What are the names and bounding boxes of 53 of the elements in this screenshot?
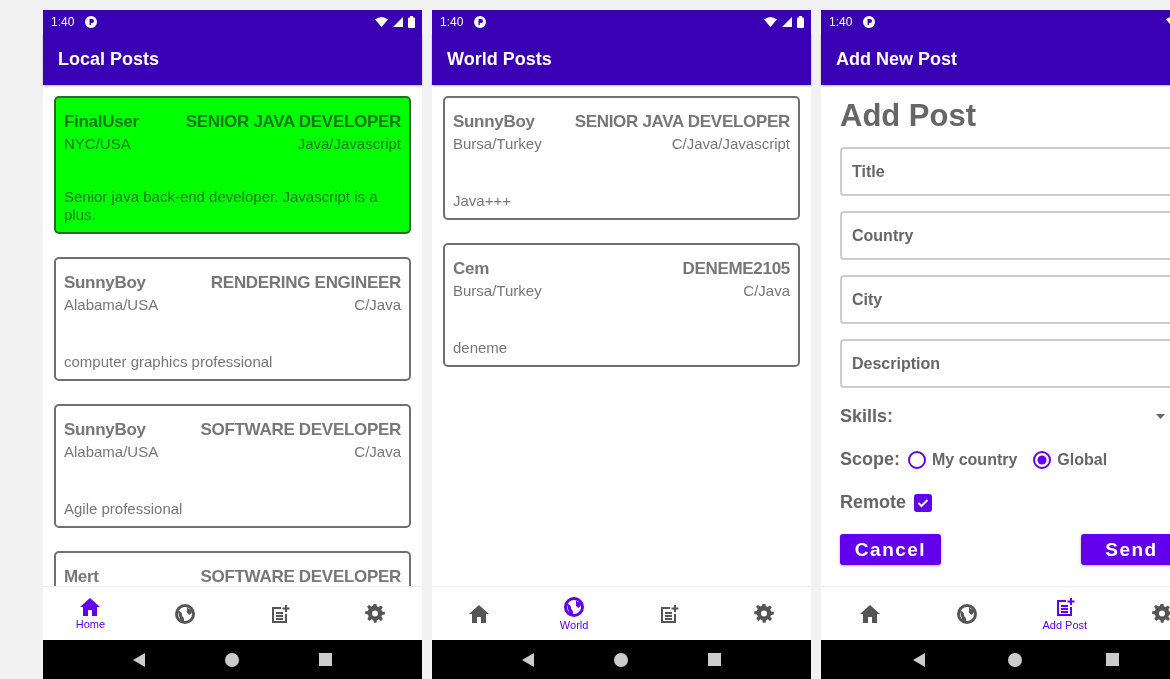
post-description: Agile professional xyxy=(64,499,184,518)
screen-title: Local Posts xyxy=(58,49,160,70)
screen-title: World Posts xyxy=(447,49,552,70)
nav-tab[interactable]: World xyxy=(544,596,605,631)
post-job-title: SENIOR JAVA DEVELOPER xyxy=(185,112,401,132)
post-card[interactable]: SunnyBoy RENDERING ENGINEER Alabama/USA C/Java computer graphics professional xyxy=(54,257,411,381)
post-location: Alabama/USA xyxy=(64,443,159,460)
nav-tab[interactable]: Home xyxy=(60,597,121,630)
post-user: Cem xyxy=(453,259,489,279)
form-heading: Add Post xyxy=(840,98,978,134)
post-card[interactable]: FinalUser SENIOR JAVA DEVELOPER NYC/USA Java/Javascript Senior java back-end developer. Javascript is a plus. xyxy=(54,96,411,234)
post-location: NYC/USA xyxy=(64,135,131,152)
post-job-title: SENIOR JAVA DEVELOPER xyxy=(574,112,790,132)
input-field[interactable]: Description xyxy=(840,339,1170,388)
post-user: SunnyBoy xyxy=(453,112,535,132)
post-user: SunnyBoy xyxy=(64,273,146,293)
post-job-title: DENEME2105 xyxy=(682,259,790,279)
post-location: Alabama/USA xyxy=(64,296,159,313)
post-card[interactable]: SunnyBoy SENIOR JAVA DEVELOPER Bursa/Turkey C/Java/Javascript Java+++ xyxy=(443,96,800,220)
status-time: 1:40 xyxy=(829,15,853,29)
input-field[interactable]: City xyxy=(840,275,1170,324)
post-description: deneme xyxy=(453,338,509,357)
post-user: SunnyBoy xyxy=(64,420,146,440)
post-description: Senior java back-end developer. Javascript is a plus. xyxy=(64,187,379,224)
post-description: Java+++ xyxy=(453,191,512,210)
status-time: 1:40 xyxy=(440,15,464,29)
input-field[interactable]: Country xyxy=(840,211,1170,260)
post-skills: C/Java/Javascript xyxy=(671,135,790,152)
post-description: computer graphics professional xyxy=(64,352,274,371)
post-user: Mert xyxy=(64,567,99,586)
post-skills: Java/Javascript xyxy=(297,135,401,152)
post-card[interactable]: SunnyBoy SOFTWARE DEVELOPER Alabama/USA C/Java Agile professional xyxy=(54,404,411,528)
skills-dropdown[interactable]: Skills: xyxy=(840,395,1167,438)
send-button[interactable]: Send xyxy=(1081,534,1170,565)
post-skills: C/Java xyxy=(743,282,790,299)
post-location: Bursa/Turkey xyxy=(453,282,542,299)
radio-option[interactable]: Global xyxy=(1033,450,1108,469)
nav-tab[interactable]: Add Post xyxy=(1034,596,1095,631)
radio-option[interactable]: My country xyxy=(908,450,1018,469)
post-user: FinalUser xyxy=(64,112,139,132)
post-location: Bursa/Turkey xyxy=(453,135,542,152)
post-skills: C/Java xyxy=(354,443,401,460)
remote-label: Remote xyxy=(840,492,906,513)
screen-title: Add New Post xyxy=(836,49,957,70)
input-field[interactable]: Title xyxy=(840,147,1170,196)
status-time: 1:40 xyxy=(51,15,75,29)
post-skills: C/Java xyxy=(354,296,401,313)
post-job-title: SOFTWARE DEVELOPER xyxy=(200,420,401,440)
cancel-button[interactable]: Cancel xyxy=(840,534,941,565)
post-job-title: SOFTWARE DEVELOPER xyxy=(200,567,401,586)
scope-label: Scope: xyxy=(840,449,900,470)
post-job-title: RENDERING ENGINEER xyxy=(210,273,401,293)
post-card[interactable]: Cem DENEME2105 Bursa/Turkey C/Java deneme xyxy=(443,243,800,367)
